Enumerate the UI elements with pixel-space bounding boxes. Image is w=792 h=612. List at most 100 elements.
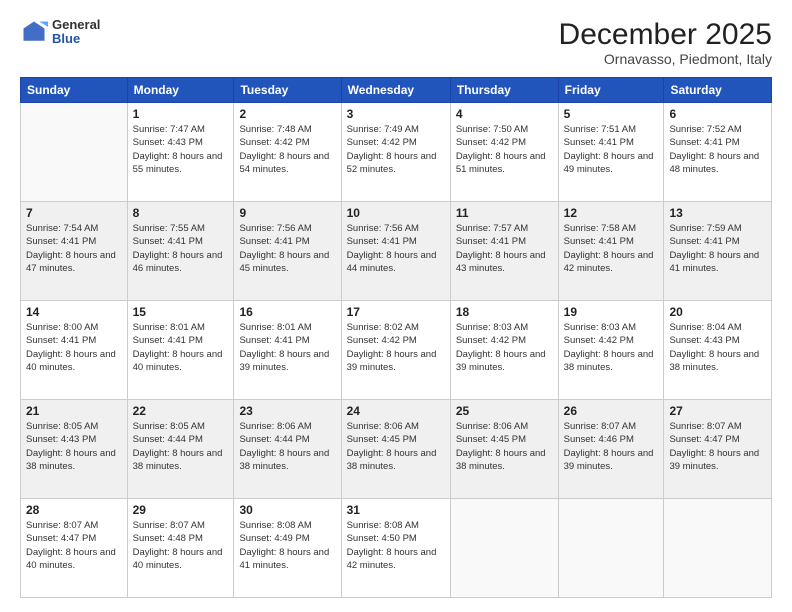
table-row: 22 Sunrise: 8:05 AMSunset: 4:44 PMDayligh… [127, 400, 234, 499]
main-title: December 2025 [559, 18, 772, 51]
calendar-week-row: 28Sunrise: 8:07 AMSunset: 4:47 PMDayligh… [21, 499, 772, 598]
day-number: 16 [239, 305, 335, 319]
day-info: Sunrise: 8:07 AMSunset: 4:48 PMDaylight:… [133, 519, 229, 572]
day-number: 7 [26, 206, 122, 220]
table-row: 8Sunrise: 7:55 AMSunset: 4:41 PMDaylight… [127, 202, 234, 301]
table-row: 27 Sunrise: 8:07 AMSunset: 4:47 PMDayligh… [664, 400, 772, 499]
table-row: 23 Sunrise: 8:06 AMSunset: 4:44 PMDayligh… [234, 400, 341, 499]
day-number: 12 [564, 206, 659, 220]
day-info: Sunrise: 7:52 AMSunset: 4:41 PMDaylight:… [669, 123, 766, 176]
day-number: 24 [347, 404, 445, 418]
day-info: Sunrise: 7:51 AMSunset: 4:41 PMDaylight:… [564, 123, 659, 176]
table-row: 15Sunrise: 8:01 AMSunset: 4:41 PMDayligh… [127, 301, 234, 400]
table-row: 17 Sunrise: 8:02 AMSunset: 4:42 PMDayligh… [341, 301, 450, 400]
table-row: 24 Sunrise: 8:06 AMSunset: 4:45 PMDayligh… [341, 400, 450, 499]
day-number: 13 [669, 206, 766, 220]
table-row: 30Sunrise: 8:08 AMSunset: 4:49 PMDayligh… [234, 499, 341, 598]
day-number: 17 [347, 305, 445, 319]
table-row: 7 Sunrise: 7:54 AMSunset: 4:41 PMDaylight… [21, 202, 128, 301]
day-info: Sunrise: 7:55 AMSunset: 4:41 PMDaylight:… [133, 222, 229, 275]
day-number: 1 [133, 107, 229, 121]
calendar: Sunday Monday Tuesday Wednesday Thursday… [20, 77, 772, 598]
day-info: Sunrise: 8:07 AMSunset: 4:47 PMDaylight:… [669, 420, 766, 473]
day-info: Sunrise: 8:03 AMSunset: 4:42 PMDaylight:… [456, 321, 553, 374]
logo-icon [20, 18, 48, 46]
day-number: 27 [669, 404, 766, 418]
calendar-week-row: 21 Sunrise: 8:05 AMSunset: 4:43 PMDayligh… [21, 400, 772, 499]
col-monday: Monday [127, 78, 234, 103]
header: General Blue December 2025 Ornavasso, Pi… [20, 18, 772, 67]
table-row [450, 499, 558, 598]
day-info: Sunrise: 7:58 AMSunset: 4:41 PMDaylight:… [564, 222, 659, 275]
day-info: Sunrise: 7:56 AMSunset: 4:41 PMDaylight:… [239, 222, 335, 275]
day-number: 15 [133, 305, 229, 319]
day-info: Sunrise: 8:08 AMSunset: 4:49 PMDaylight:… [239, 519, 335, 572]
day-info: Sunrise: 7:50 AMSunset: 4:42 PMDaylight:… [456, 123, 553, 176]
day-number: 14 [26, 305, 122, 319]
table-row: 28Sunrise: 8:07 AMSunset: 4:47 PMDayligh… [21, 499, 128, 598]
calendar-week-row: 7 Sunrise: 7:54 AMSunset: 4:41 PMDaylight… [21, 202, 772, 301]
table-row: 19Sunrise: 8:03 AMSunset: 4:42 PMDayligh… [558, 301, 664, 400]
calendar-header: Sunday Monday Tuesday Wednesday Thursday… [21, 78, 772, 103]
table-row: 20Sunrise: 8:04 AMSunset: 4:43 PMDayligh… [664, 301, 772, 400]
logo-general: General [52, 18, 100, 32]
calendar-week-row: 14 Sunrise: 8:00 AMSunset: 4:41 PMDayligh… [21, 301, 772, 400]
day-info: Sunrise: 7:54 AMSunset: 4:41 PMDaylight:… [26, 222, 122, 275]
table-row: 25 Sunrise: 8:06 AMSunset: 4:45 PMDayligh… [450, 400, 558, 499]
day-number: 22 [133, 404, 229, 418]
day-info: Sunrise: 7:48 AMSunset: 4:42 PMDaylight:… [239, 123, 335, 176]
table-row: 10Sunrise: 7:56 AMSunset: 4:41 PMDayligh… [341, 202, 450, 301]
day-info: Sunrise: 8:02 AMSunset: 4:42 PMDaylight:… [347, 321, 445, 374]
day-number: 25 [456, 404, 553, 418]
table-row [21, 103, 128, 202]
col-saturday: Saturday [664, 78, 772, 103]
table-row: 11 Sunrise: 7:57 AMSunset: 4:41 PMDayligh… [450, 202, 558, 301]
day-info: Sunrise: 7:59 AMSunset: 4:41 PMDaylight:… [669, 222, 766, 275]
logo: General Blue [20, 18, 100, 47]
title-section: December 2025 Ornavasso, Piedmont, Italy [559, 18, 772, 67]
page: General Blue December 2025 Ornavasso, Pi… [0, 0, 792, 612]
col-thursday: Thursday [450, 78, 558, 103]
table-row: 1 Sunrise: 7:47 AMSunset: 4:43 PMDaylight… [127, 103, 234, 202]
col-tuesday: Tuesday [234, 78, 341, 103]
day-info: Sunrise: 8:07 AMSunset: 4:47 PMDaylight:… [26, 519, 122, 572]
day-number: 21 [26, 404, 122, 418]
day-number: 29 [133, 503, 229, 517]
day-number: 10 [347, 206, 445, 220]
day-number: 11 [456, 206, 553, 220]
table-row: 13 Sunrise: 7:59 AMSunset: 4:41 PMDayligh… [664, 202, 772, 301]
day-info: Sunrise: 8:00 AMSunset: 4:41 PMDaylight:… [26, 321, 122, 374]
subtitle: Ornavasso, Piedmont, Italy [559, 51, 772, 67]
table-row: 26 Sunrise: 8:07 AMSunset: 4:46 PMDayligh… [558, 400, 664, 499]
calendar-body: 1 Sunrise: 7:47 AMSunset: 4:43 PMDaylight… [21, 103, 772, 598]
table-row: 4Sunrise: 7:50 AMSunset: 4:42 PMDaylight… [450, 103, 558, 202]
day-info: Sunrise: 8:07 AMSunset: 4:46 PMDaylight:… [564, 420, 659, 473]
day-info: Sunrise: 8:06 AMSunset: 4:44 PMDaylight:… [239, 420, 335, 473]
day-number: 31 [347, 503, 445, 517]
day-info: Sunrise: 8:08 AMSunset: 4:50 PMDaylight:… [347, 519, 445, 572]
table-row: 14 Sunrise: 8:00 AMSunset: 4:41 PMDayligh… [21, 301, 128, 400]
day-info: Sunrise: 8:05 AMSunset: 4:43 PMDaylight:… [26, 420, 122, 473]
day-info: Sunrise: 8:06 AMSunset: 4:45 PMDaylight:… [456, 420, 553, 473]
day-number: 6 [669, 107, 766, 121]
day-number: 26 [564, 404, 659, 418]
table-row: 5Sunrise: 7:51 AMSunset: 4:41 PMDaylight… [558, 103, 664, 202]
day-info: Sunrise: 8:06 AMSunset: 4:45 PMDaylight:… [347, 420, 445, 473]
header-row: Sunday Monday Tuesday Wednesday Thursday… [21, 78, 772, 103]
table-row: 18Sunrise: 8:03 AMSunset: 4:42 PMDayligh… [450, 301, 558, 400]
table-row: 3Sunrise: 7:49 AMSunset: 4:42 PMDaylight… [341, 103, 450, 202]
calendar-week-row: 1 Sunrise: 7:47 AMSunset: 4:43 PMDaylight… [21, 103, 772, 202]
day-info: Sunrise: 8:05 AMSunset: 4:44 PMDaylight:… [133, 420, 229, 473]
table-row: 9Sunrise: 7:56 AMSunset: 4:41 PMDaylight… [234, 202, 341, 301]
day-info: Sunrise: 7:47 AMSunset: 4:43 PMDaylight:… [133, 123, 229, 176]
day-number: 23 [239, 404, 335, 418]
day-number: 19 [564, 305, 659, 319]
table-row: 21 Sunrise: 8:05 AMSunset: 4:43 PMDayligh… [21, 400, 128, 499]
table-row: 29 Sunrise: 8:07 AMSunset: 4:48 PMDayligh… [127, 499, 234, 598]
col-sunday: Sunday [21, 78, 128, 103]
table-row: 12 Sunrise: 7:58 AMSunset: 4:41 PMDayligh… [558, 202, 664, 301]
day-info: Sunrise: 8:01 AMSunset: 4:41 PMDaylight:… [239, 321, 335, 374]
col-wednesday: Wednesday [341, 78, 450, 103]
table-row [664, 499, 772, 598]
day-info: Sunrise: 7:57 AMSunset: 4:41 PMDaylight:… [456, 222, 553, 275]
